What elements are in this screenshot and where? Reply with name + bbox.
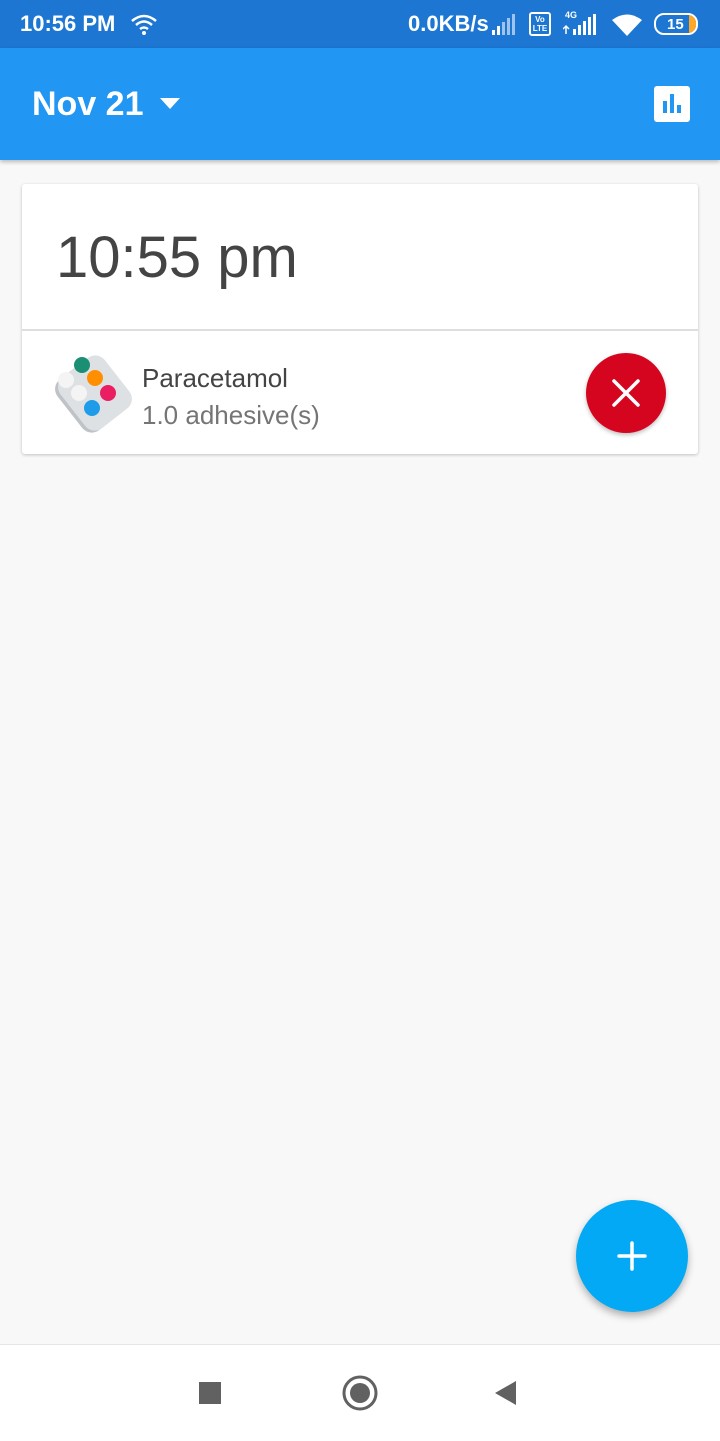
wifi-icon: [612, 14, 642, 36]
volte-icon: Vo LTE: [529, 12, 551, 36]
back-icon: [495, 1381, 516, 1405]
home-icon: [342, 1375, 378, 1411]
date-label: Nov 21: [32, 84, 144, 123]
medication-name: Paracetamol: [142, 363, 288, 393]
plus-icon: [617, 1241, 647, 1271]
wifi-activity-icon: [131, 14, 157, 35]
signal-icon: [492, 14, 515, 35]
arrow-drop-down-icon: [159, 98, 180, 109]
battery-icon: 15: [654, 13, 698, 35]
pill-blister-icon: [55, 355, 132, 433]
add-medication-button[interactable]: [576, 1200, 688, 1312]
status-time: 10:56 PM: [20, 11, 116, 36]
medication-dose: 1.0 adhesive(s): [142, 400, 320, 430]
dose-card: 10:55 pm Paracetamol 1.0 adhesive(s): [22, 184, 698, 454]
bar-chart-icon: [663, 94, 681, 113]
remove-medication-button[interactable]: [586, 353, 666, 433]
network-speed: 0.0KB/s: [408, 11, 489, 36]
signal-4g-icon: [563, 14, 596, 35]
close-icon: [612, 379, 640, 407]
volte-label: Vo LTE: [532, 15, 548, 33]
back-triangle-icon[interactable]: [494, 1380, 518, 1406]
home-circle-icon[interactable]: [342, 1375, 378, 1411]
dose-time: 10:55 pm: [56, 225, 298, 290]
recents-square-icon[interactable]: [199, 1382, 221, 1404]
battery-level: 15: [667, 16, 684, 33]
status-bar: 10:56 PM 0.0KB/s Vo LTE 4G 15: [0, 0, 720, 48]
statistics-button[interactable]: [654, 86, 690, 122]
app-bar: Nov 21: [0, 48, 720, 160]
medication-item[interactable]: Paracetamol 1.0 adhesive(s): [22, 331, 698, 454]
date-selector[interactable]: Nov 21: [32, 82, 180, 126]
navigation-bar: [0, 1344, 720, 1441]
